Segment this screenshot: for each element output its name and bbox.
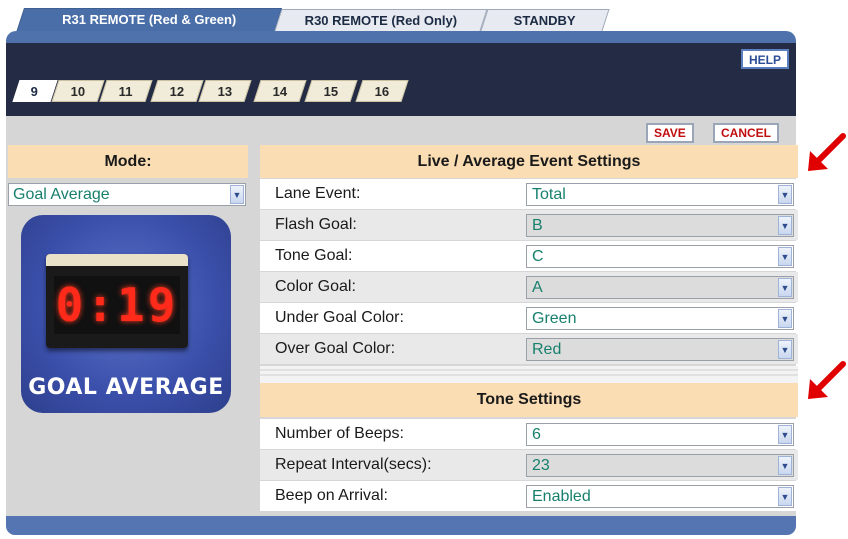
footer-band: [6, 516, 796, 535]
tab-lane-15[interactable]: 15: [304, 80, 358, 102]
red-arrow-icon: [808, 133, 846, 171]
setting-row-beep-on-arrival: Beep on Arrival: Enabled ▼: [260, 481, 798, 511]
repeat-interval-select[interactable]: 23 ▼: [526, 454, 794, 477]
setting-label: Color Goal:: [275, 278, 356, 295]
mode-preview-image: 0:19 GOAL AVERAGE: [21, 215, 231, 413]
setting-label: Number of Beeps:: [275, 425, 404, 442]
setting-label: Lane Event:: [275, 185, 361, 202]
flash-goal-select[interactable]: B ▼: [526, 214, 794, 237]
chevron-down-icon[interactable]: ▼: [778, 185, 792, 204]
setting-row-number-of-beeps: Number of Beeps: 6 ▼: [260, 419, 798, 449]
mode-header: Mode:: [8, 145, 248, 178]
save-button[interactable]: SAVE: [646, 123, 694, 143]
number-of-beeps-select[interactable]: 6 ▼: [526, 423, 794, 446]
cancel-button[interactable]: CANCEL: [713, 123, 779, 143]
setting-row-color-goal: Color Goal: A ▼: [260, 272, 798, 302]
help-button[interactable]: HELP: [740, 49, 789, 69]
tone-goal-select[interactable]: C ▼: [526, 245, 794, 268]
chevron-down-icon[interactable]: ▼: [778, 340, 792, 359]
tab-lane-9[interactable]: 9: [12, 80, 58, 102]
setting-row-over-goal-color: Over Goal Color: Red ▼: [260, 334, 798, 364]
beep-on-arrival-select[interactable]: Enabled ▼: [526, 485, 794, 508]
setting-label: Beep on Arrival:: [275, 487, 388, 504]
red-arrow-icon: [808, 361, 846, 399]
tab-lane-11[interactable]: 11: [99, 80, 153, 102]
over-goal-color-select[interactable]: Red ▼: [526, 338, 794, 361]
setting-row-lane-event: Lane Event: Total ▼: [260, 179, 798, 209]
tab-lane-13[interactable]: 13: [198, 80, 252, 102]
setting-row-under-goal-color: Under Goal Color: Green ▼: [260, 303, 798, 333]
live-settings-header: Live / Average Event Settings: [260, 145, 798, 178]
tone-settings-header: Tone Settings: [260, 383, 798, 417]
section-divider: [260, 366, 798, 383]
chevron-down-icon[interactable]: ▼: [778, 216, 792, 235]
tab-standby[interactable]: STANDBY: [480, 9, 610, 31]
chevron-down-icon[interactable]: ▼: [778, 425, 792, 444]
lane-event-select[interactable]: Total ▼: [526, 183, 794, 206]
tab-r31-remote[interactable]: R31 REMOTE (Red & Green): [15, 8, 283, 33]
tab-r30-remote[interactable]: R30 REMOTE (Red Only): [274, 9, 488, 31]
chevron-down-icon[interactable]: ▼: [230, 185, 244, 204]
setting-row-flash-goal: Flash Goal: B ▼: [260, 210, 798, 240]
chevron-down-icon[interactable]: ▼: [778, 309, 792, 328]
tab-lane-10[interactable]: 10: [51, 80, 105, 102]
chevron-down-icon[interactable]: ▼: [778, 247, 792, 266]
mode-select-value: Goal Average: [13, 186, 110, 203]
mode-image-caption: GOAL AVERAGE: [28, 375, 224, 400]
chevron-down-icon[interactable]: ▼: [778, 278, 792, 297]
settings-frame: R31 REMOTE (Red & Green) R30 REMOTE (Red…: [6, 5, 798, 535]
timer-display: 0:19: [46, 254, 188, 348]
setting-label: Flash Goal:: [275, 216, 357, 233]
setting-row-repeat-interval: Repeat Interval(secs): 23 ▼: [260, 450, 798, 480]
timer-digits: 0:19: [54, 276, 180, 334]
chevron-down-icon[interactable]: ▼: [778, 456, 792, 475]
under-goal-color-select[interactable]: Green ▼: [526, 307, 794, 330]
tab-lane-14[interactable]: 14: [253, 80, 307, 102]
tab-lane-12[interactable]: 12: [150, 80, 204, 102]
color-goal-select[interactable]: A ▼: [526, 276, 794, 299]
setting-label: Repeat Interval(secs):: [275, 456, 432, 473]
setting-row-tone-goal: Tone Goal: C ▼: [260, 241, 798, 271]
setting-label: Under Goal Color:: [275, 309, 404, 326]
setting-label: Over Goal Color:: [275, 340, 396, 357]
chevron-down-icon[interactable]: ▼: [778, 487, 792, 506]
tab-lane-16[interactable]: 16: [355, 80, 409, 102]
setting-label: Tone Goal:: [275, 247, 353, 264]
mode-select[interactable]: Goal Average ▼: [8, 183, 246, 206]
